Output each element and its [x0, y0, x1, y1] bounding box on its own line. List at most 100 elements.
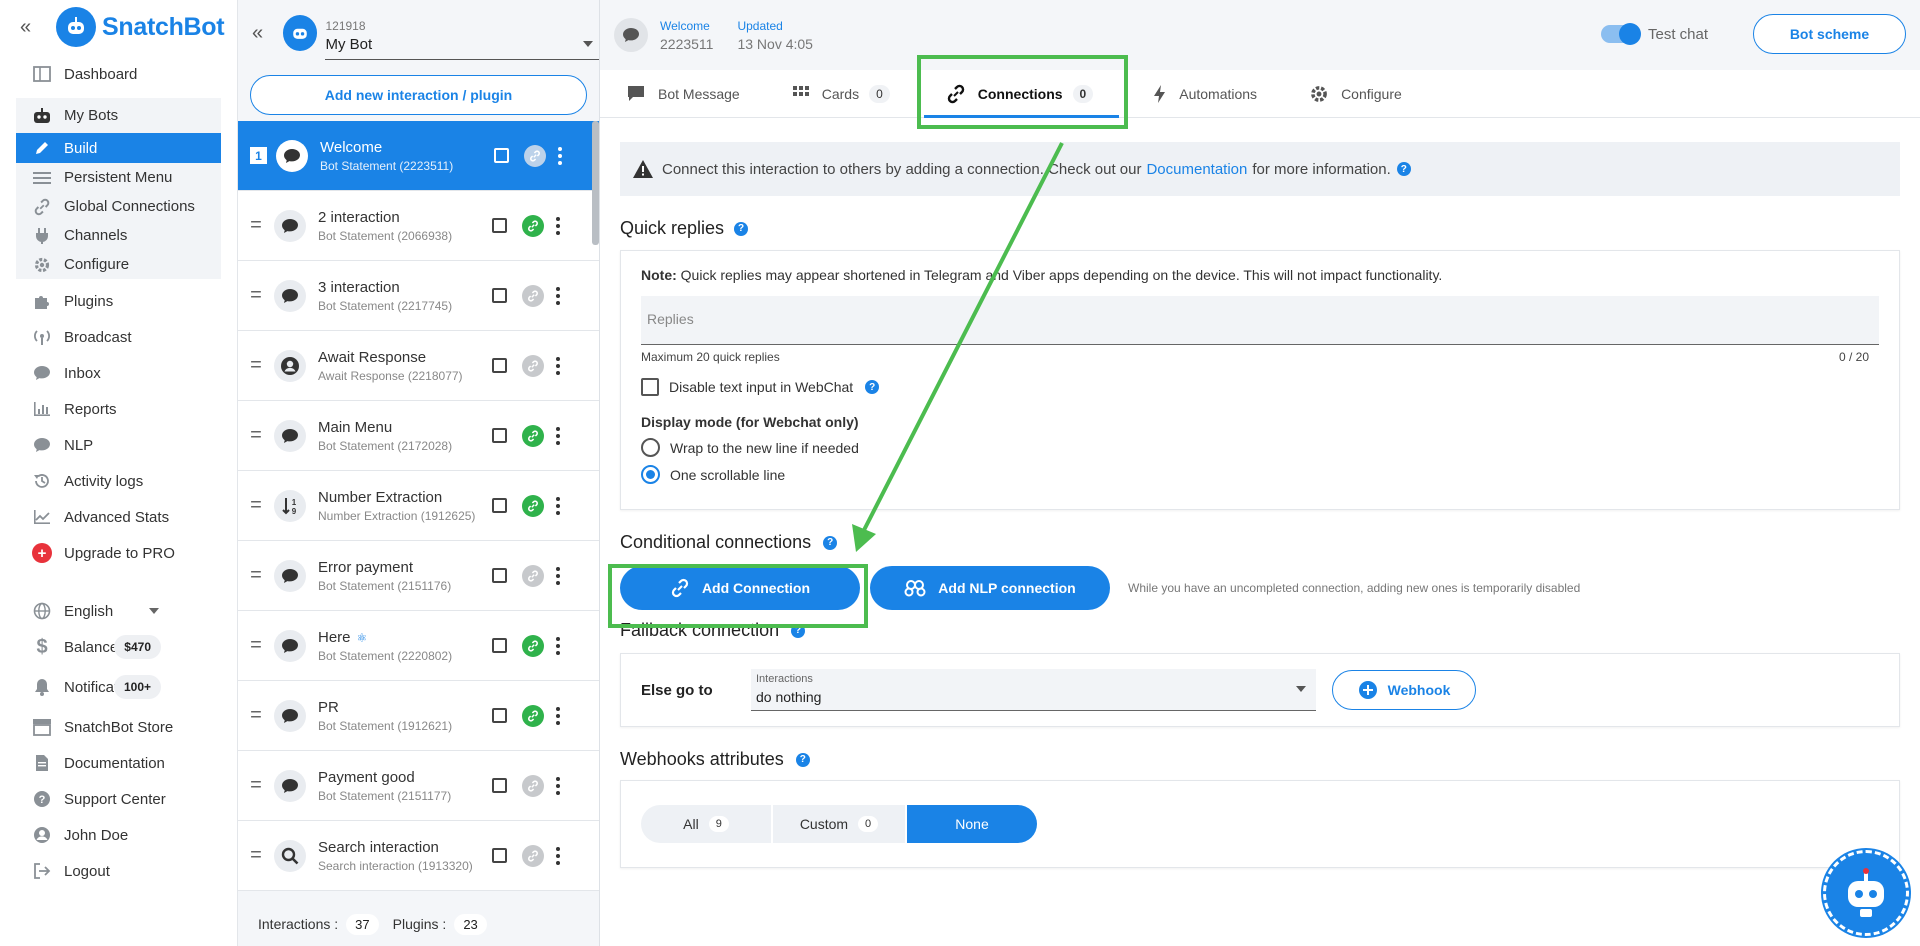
bot-select[interactable]: 121918 My Bot — [325, 19, 600, 60]
documentation-link[interactable]: Documentation — [1146, 161, 1247, 178]
link-icon[interactable] — [522, 634, 544, 657]
interaction-checkbox[interactable] — [492, 218, 507, 233]
nav-item-inbox[interactable]: Inbox — [0, 355, 237, 391]
nav-item-broadcast[interactable]: Broadcast — [0, 319, 237, 355]
fallback-select[interactable]: Interactions do nothing — [751, 669, 1316, 711]
interaction-item[interactable]: = 2 interaction Bot Statement (2066938) — [238, 191, 599, 261]
interaction-item[interactable]: = 1 9 Number Extraction Number Extraction (1… — [238, 471, 599, 541]
drag-handle-icon[interactable]: = — [238, 704, 274, 727]
segment-none[interactable]: None — [907, 805, 1037, 843]
more-options-icon[interactable] — [555, 776, 561, 795]
scrollable-radio[interactable] — [641, 465, 660, 484]
link-icon[interactable] — [522, 844, 544, 867]
link-icon[interactable] — [524, 144, 546, 167]
interaction-checkbox[interactable] — [492, 358, 507, 373]
nav-item-activity-logs[interactable]: Activity logs — [0, 463, 237, 499]
interaction-checkbox[interactable] — [492, 498, 507, 513]
add-nlp-connection-button[interactable]: Add NLP connection — [870, 566, 1110, 610]
nav-item-nlp[interactable]: NLP — [0, 427, 237, 463]
logo[interactable]: SnatchBot — [56, 7, 225, 47]
scrollbar[interactable] — [592, 121, 599, 245]
more-options-icon[interactable] — [555, 426, 561, 445]
nav-item-configure[interactable]: Configure — [16, 250, 221, 279]
more-options-icon[interactable] — [555, 566, 561, 585]
nav-item-logout[interactable]: Logout — [0, 853, 237, 889]
nav-item-snatchbot-store[interactable]: SnatchBot Store — [0, 709, 237, 745]
interaction-item[interactable]: = Search interaction Search interaction (1… — [238, 821, 599, 891]
drag-handle-icon[interactable]: = — [238, 494, 274, 517]
help-icon[interactable]: ? — [823, 535, 838, 550]
link-icon[interactable] — [522, 704, 544, 727]
help-icon[interactable]: ? — [795, 752, 810, 767]
drag-handle-icon[interactable]: = — [238, 424, 274, 447]
nav-item-global-connections[interactable]: Global Connections — [16, 192, 221, 221]
notifications-item[interactable]: Notifications 100+ — [0, 669, 237, 705]
help-icon[interactable]: ? — [734, 221, 749, 236]
nav-item-upgrade-to-pro[interactable]: + Upgrade to PRO — [0, 535, 237, 571]
tab-cards[interactable]: Cards 0 — [766, 70, 916, 118]
link-icon[interactable] — [522, 354, 544, 377]
interaction-item[interactable]: = Here ⚛ Bot Statement (2220802) — [238, 611, 599, 681]
link-icon[interactable] — [522, 214, 544, 237]
interaction-item[interactable]: = 3 interaction Bot Statement (2217745) — [238, 261, 599, 331]
interaction-item[interactable]: = PR Bot Statement (1912621) — [238, 681, 599, 751]
interaction-checkbox[interactable] — [494, 148, 509, 163]
more-options-icon[interactable] — [555, 216, 561, 235]
interaction-checkbox[interactable] — [492, 778, 507, 793]
interaction-checkbox[interactable] — [492, 428, 507, 443]
nav-item-advanced-stats[interactable]: Advanced Stats — [0, 499, 237, 535]
disable-text-checkbox[interactable] — [641, 378, 659, 396]
interaction-checkbox[interactable] — [492, 638, 507, 653]
nav-item-channels[interactable]: Channels — [16, 221, 221, 250]
interaction-item[interactable]: = Main Menu Bot Statement (2172028) — [238, 401, 599, 471]
nav-item-persistent-menu[interactable]: Persistent Menu — [16, 163, 221, 192]
bot-scheme-button[interactable]: Bot scheme — [1753, 14, 1906, 54]
interaction-item[interactable]: = Error payment Bot Statement (2151176) — [238, 541, 599, 611]
link-icon[interactable] — [522, 284, 544, 307]
interaction-checkbox[interactable] — [492, 848, 507, 863]
interaction-checkbox[interactable] — [492, 568, 507, 583]
nav-item-support-center[interactable]: ? Support Center — [0, 781, 237, 817]
interaction-item[interactable]: = Payment good Bot Statement (2151177) — [238, 751, 599, 821]
tab-configure[interactable]: Configure — [1283, 70, 1428, 118]
balance-item[interactable]: $ Balance $470 — [0, 629, 237, 665]
nav-item-build[interactable]: Build — [16, 133, 221, 163]
link-icon[interactable] — [522, 564, 544, 587]
more-options-icon[interactable] — [555, 496, 561, 515]
interaction-checkbox[interactable] — [492, 708, 507, 723]
link-icon[interactable] — [522, 424, 544, 447]
drag-handle-icon[interactable]: = — [238, 774, 274, 797]
nav-item-documentation[interactable]: Documentation — [0, 745, 237, 781]
interaction-item[interactable]: = Await Response Await Response (2218077) — [238, 331, 599, 401]
wrap-radio[interactable] — [641, 438, 660, 457]
nav-item-reports[interactable]: Reports — [0, 391, 237, 427]
interaction-checkbox[interactable] — [492, 288, 507, 303]
more-options-icon[interactable] — [557, 146, 563, 165]
language-select[interactable]: English — [0, 593, 237, 629]
nav-item-dashboard[interactable]: Dashboard — [0, 56, 237, 92]
link-icon[interactable] — [522, 494, 544, 517]
test-chat-toggle[interactable] — [1601, 23, 1641, 45]
help-icon[interactable]: ? — [865, 380, 880, 394]
drag-handle-icon[interactable]: = — [238, 284, 274, 307]
nav-item-plugins[interactable]: Plugins — [0, 283, 237, 319]
interaction-item[interactable]: 1 Welcome Bot Statement (2223511) — [238, 121, 599, 191]
drag-handle-icon[interactable]: = — [238, 564, 274, 587]
webhook-button[interactable]: Webhook — [1332, 670, 1476, 710]
nav-item-john-doe[interactable]: John Doe — [0, 817, 237, 853]
drag-handle-icon[interactable]: = — [238, 354, 274, 377]
add-interaction-button[interactable]: Add new interaction / plugin — [250, 75, 587, 115]
drag-handle-icon[interactable]: = — [238, 214, 274, 237]
drag-handle-icon[interactable]: = — [238, 844, 274, 867]
help-icon[interactable]: ? — [1396, 162, 1411, 176]
link-icon[interactable] — [522, 774, 544, 797]
replies-input[interactable]: Replies — [641, 296, 1879, 345]
collapse-icon[interactable]: « — [20, 16, 42, 39]
collapse-panel-icon[interactable]: « — [252, 22, 273, 45]
tab-bot-message[interactable]: Bot Message — [600, 70, 766, 118]
nav-item-my-bots[interactable]: My Bots — [16, 98, 221, 133]
tab-automations[interactable]: Automations — [1127, 70, 1283, 118]
chat-widget-launcher[interactable] — [1823, 850, 1909, 936]
more-options-icon[interactable] — [555, 636, 561, 655]
drag-handle-icon[interactable]: = — [238, 634, 274, 657]
